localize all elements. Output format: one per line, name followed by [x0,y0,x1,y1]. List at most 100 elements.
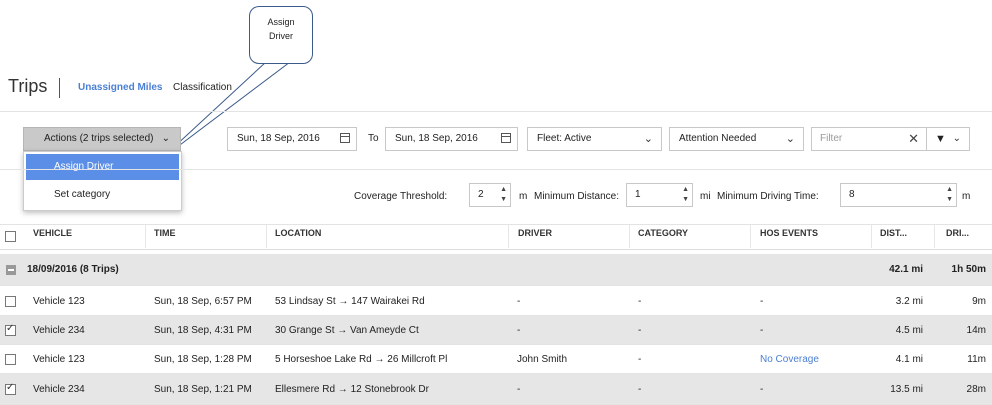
cell-hos-events-link[interactable]: No Coverage [760,345,819,374]
toolbar-divider [0,169,992,170]
title-divider [59,78,60,98]
coverage-unit: m [519,191,528,202]
coverage-threshold-value: 2 [478,189,484,200]
assign-driver-callout: Assign Driver [249,6,313,64]
cell-category: - [638,354,642,365]
funnel-icon: ▼ [935,133,946,145]
minimum-driving-time-input[interactable]: 8 ▲ ▼ [840,183,957,207]
coverage-threshold-label: Coverage Threshold: [354,191,448,202]
cell-location: 5 Horseshoe Lake Rd → 26 Millcroft Pl [275,354,448,365]
minimum-distance-value: 1 [635,189,641,200]
cell-driver: - [517,296,521,307]
actions-dropdown-button[interactable]: Actions (2 trips selected) ⌄ [23,127,181,151]
cell-category: - [638,384,642,395]
calendar-icon[interactable] [501,133,511,143]
tab-classification[interactable]: Classification [173,82,232,93]
menu-item-set-category[interactable]: Set category [26,182,179,208]
column-divider [629,224,630,248]
column-divider [266,224,267,248]
column-header-distance[interactable]: DIST... [880,228,907,238]
column-divider [508,224,509,248]
row-checkbox[interactable] [5,382,16,395]
cell-driving-time: 28m [966,384,986,395]
group-label: 18/09/2016 (8 Trips) [27,264,119,275]
column-header-driver[interactable]: DRIVER [518,228,552,238]
table-row[interactable]: Vehicle 234 Sun, 18 Sep, 1:21 PM Ellesme… [0,374,992,405]
cell-driver: - [517,325,521,336]
collapse-icon[interactable] [6,265,16,275]
table-top-border [0,224,992,225]
group-driving-time: 1h 50m [951,264,986,275]
cell-location: 53 Lindsay St → 147 Wairakei Rd [275,296,425,307]
date-to-value: Sun, 18 Sep, 2016 [395,133,478,144]
column-divider [750,224,751,248]
filter-placeholder: Filter [820,133,843,144]
row-checkbox[interactable] [5,296,16,307]
row-checkbox[interactable] [5,354,16,365]
filter-input[interactable]: Filter ✕ [811,127,927,151]
cell-time: Sun, 18 Sep, 1:28 PM [154,354,252,365]
clear-icon[interactable]: ✕ [908,128,919,150]
tab-unassigned-miles[interactable]: Unassigned Miles [78,82,162,93]
cell-hos-events: - [760,384,764,395]
cell-category: - [638,296,642,307]
cell-driver: - [517,384,521,395]
table-row[interactable]: Vehicle 234 Sun, 18 Sep, 4:31 PM 30 Gran… [0,316,992,345]
minimum-distance-input[interactable]: 1 ▲ ▼ [626,183,693,207]
cell-hos-events: - [760,325,764,336]
distance-unit: mi [700,191,711,202]
column-header-hos-events[interactable]: HOS EVENTS [760,228,818,238]
table-row[interactable]: Vehicle 123 Sun, 18 Sep, 1:28 PM 5 Horse… [0,345,992,374]
header-divider [0,111,992,112]
minimum-driving-time-value: 8 [849,189,855,200]
page-title: Trips [8,76,48,96]
chevron-down-icon: ⌄ [161,133,170,144]
to-label: To [368,133,379,144]
filter-options-button[interactable]: ▼ ⌄ [926,127,970,151]
coverage-threshold-input[interactable]: 2 ▲ ▼ [469,183,511,207]
date-from-field[interactable]: Sun, 18 Sep, 2016 [227,127,357,151]
cell-driving-time: 11m [967,354,986,365]
column-divider [934,224,935,248]
cell-distance: 4.1 mi [895,354,923,365]
minimum-driving-time-label: Minimum Driving Time: [717,191,819,202]
cell-time: Sun, 18 Sep, 1:21 PM [154,384,252,395]
stepper-icon[interactable]: ▲ ▼ [946,185,953,205]
chevron-down-icon: ⌄ [952,133,961,144]
stepper-icon[interactable]: ▲ ▼ [682,185,689,205]
stepper-icon[interactable]: ▲ ▼ [500,185,507,205]
date-from-value: Sun, 18 Sep, 2016 [237,133,320,144]
group-distance: 42.1 mi [889,264,923,275]
menu-item-assign-driver[interactable]: Assign Driver [26,154,179,180]
date-to-field[interactable]: Sun, 18 Sep, 2016 [385,127,518,151]
calendar-icon[interactable] [340,133,350,143]
callout-line-1: Assign [267,17,295,27]
select-all-checkbox[interactable] [5,231,16,242]
cell-vehicle: Vehicle 123 [33,296,85,307]
row-checkbox[interactable] [5,323,16,336]
cell-hos-events: - [760,296,764,307]
cell-distance: 13.5 mi [890,384,923,395]
fleet-select-value: Fleet: Active [537,133,592,144]
column-header-category[interactable]: CATEGORY [638,228,688,238]
cell-driver: John Smith [517,354,568,365]
column-header-driving-time[interactable]: DRI... [946,228,969,238]
cell-vehicle: Vehicle 123 [33,354,85,365]
minimum-distance-label: Minimum Distance: [534,191,620,202]
cell-location: 30 Grange St → Van Ameyde Ct [275,325,419,336]
fleet-select[interactable]: Fleet: Active ⌄ [527,127,662,151]
table-row[interactable]: Vehicle 123 Sun, 18 Sep, 6:57 PM 53 Lind… [0,287,992,316]
group-row[interactable]: 18/09/2016 (8 Trips) 42.1 mi 1h 50m [0,254,992,286]
column-header-location[interactable]: LOCATION [275,228,321,238]
cell-driving-time: 9m [972,296,986,307]
cell-time: Sun, 18 Sep, 6:57 PM [154,296,252,307]
actions-menu: Assign Driver Set category [23,151,182,211]
column-header-time[interactable]: TIME [154,228,176,238]
cell-distance: 3.2 mi [895,296,923,307]
cell-vehicle: Vehicle 234 [33,325,85,336]
attention-select[interactable]: Attention Needed ⌄ [669,127,804,151]
column-header-vehicle[interactable]: VEHICLE [33,228,72,238]
cell-category: - [638,325,642,336]
table-header-border [0,249,992,250]
chevron-down-icon: ⌄ [785,133,795,145]
